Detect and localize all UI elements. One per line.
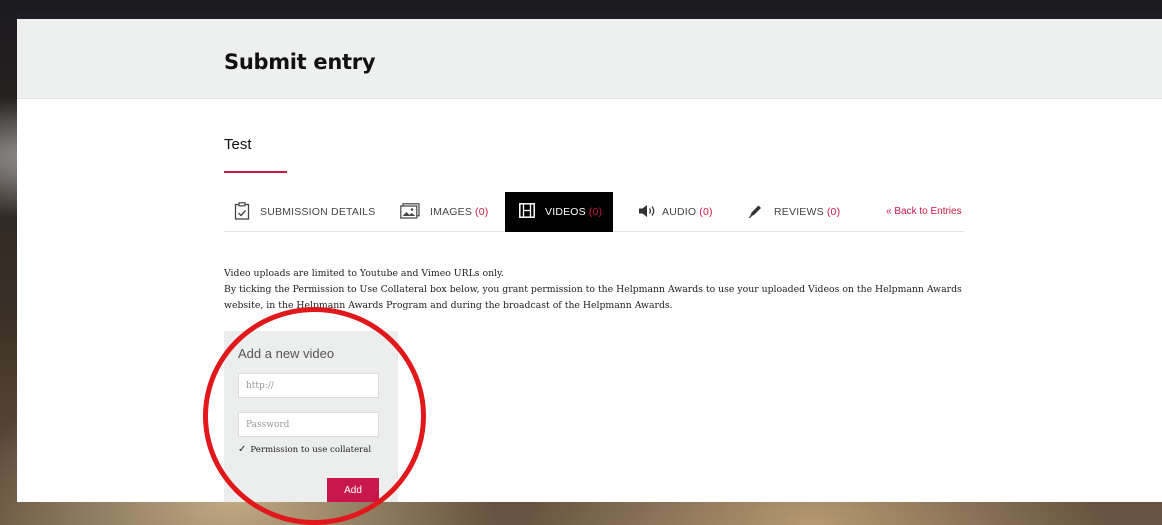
page-header: Submit entry bbox=[17, 19, 1162, 99]
entry-title: Test bbox=[224, 136, 252, 153]
tab-label: AUDIO bbox=[662, 206, 697, 218]
tab-submission-details[interactable]: SUBMISSION DETAILS bbox=[234, 192, 375, 232]
tab-videos[interactable]: VIDEOS (0) bbox=[505, 192, 613, 232]
tab-label: VIDEOS bbox=[545, 206, 586, 218]
back-to-entries-link[interactable]: « Back to Entries bbox=[886, 206, 962, 217]
tab-label: SUBMISSION DETAILS bbox=[260, 206, 376, 218]
page-container: Submit entry Test SUBMISSION DETAILS IMA… bbox=[17, 10, 1162, 502]
tab-reviews[interactable]: REVIEWS (0) bbox=[748, 192, 840, 232]
tab-count: (0) bbox=[588, 206, 603, 218]
notice-line-1: Video uploads are limited to Youtube and… bbox=[224, 268, 505, 279]
tab-label: IMAGES bbox=[430, 206, 473, 218]
tab-count: (0) bbox=[826, 206, 841, 218]
top-band bbox=[17, 10, 1162, 19]
video-upload-notice: Video uploads are limited to Youtube and… bbox=[224, 266, 984, 314]
tab-label: REVIEWS bbox=[774, 206, 824, 218]
tab-count: (0) bbox=[475, 206, 489, 218]
entry-tabs: SUBMISSION DETAILS IMAGES (0) VIDEOS (0)… bbox=[224, 192, 964, 232]
film-icon bbox=[519, 203, 535, 221]
tab-images[interactable]: IMAGES (0) bbox=[400, 192, 488, 232]
image-gallery-icon bbox=[400, 202, 420, 222]
annotation-circle bbox=[203, 307, 426, 525]
entry-underline bbox=[224, 171, 287, 173]
clipboard-check-icon bbox=[234, 201, 250, 223]
tab-count: (0) bbox=[699, 206, 713, 218]
page-title: Submit entry bbox=[224, 50, 376, 74]
speaker-icon bbox=[638, 204, 658, 221]
tab-audio[interactable]: AUDIO (0) bbox=[638, 192, 713, 232]
pen-icon bbox=[748, 204, 764, 221]
